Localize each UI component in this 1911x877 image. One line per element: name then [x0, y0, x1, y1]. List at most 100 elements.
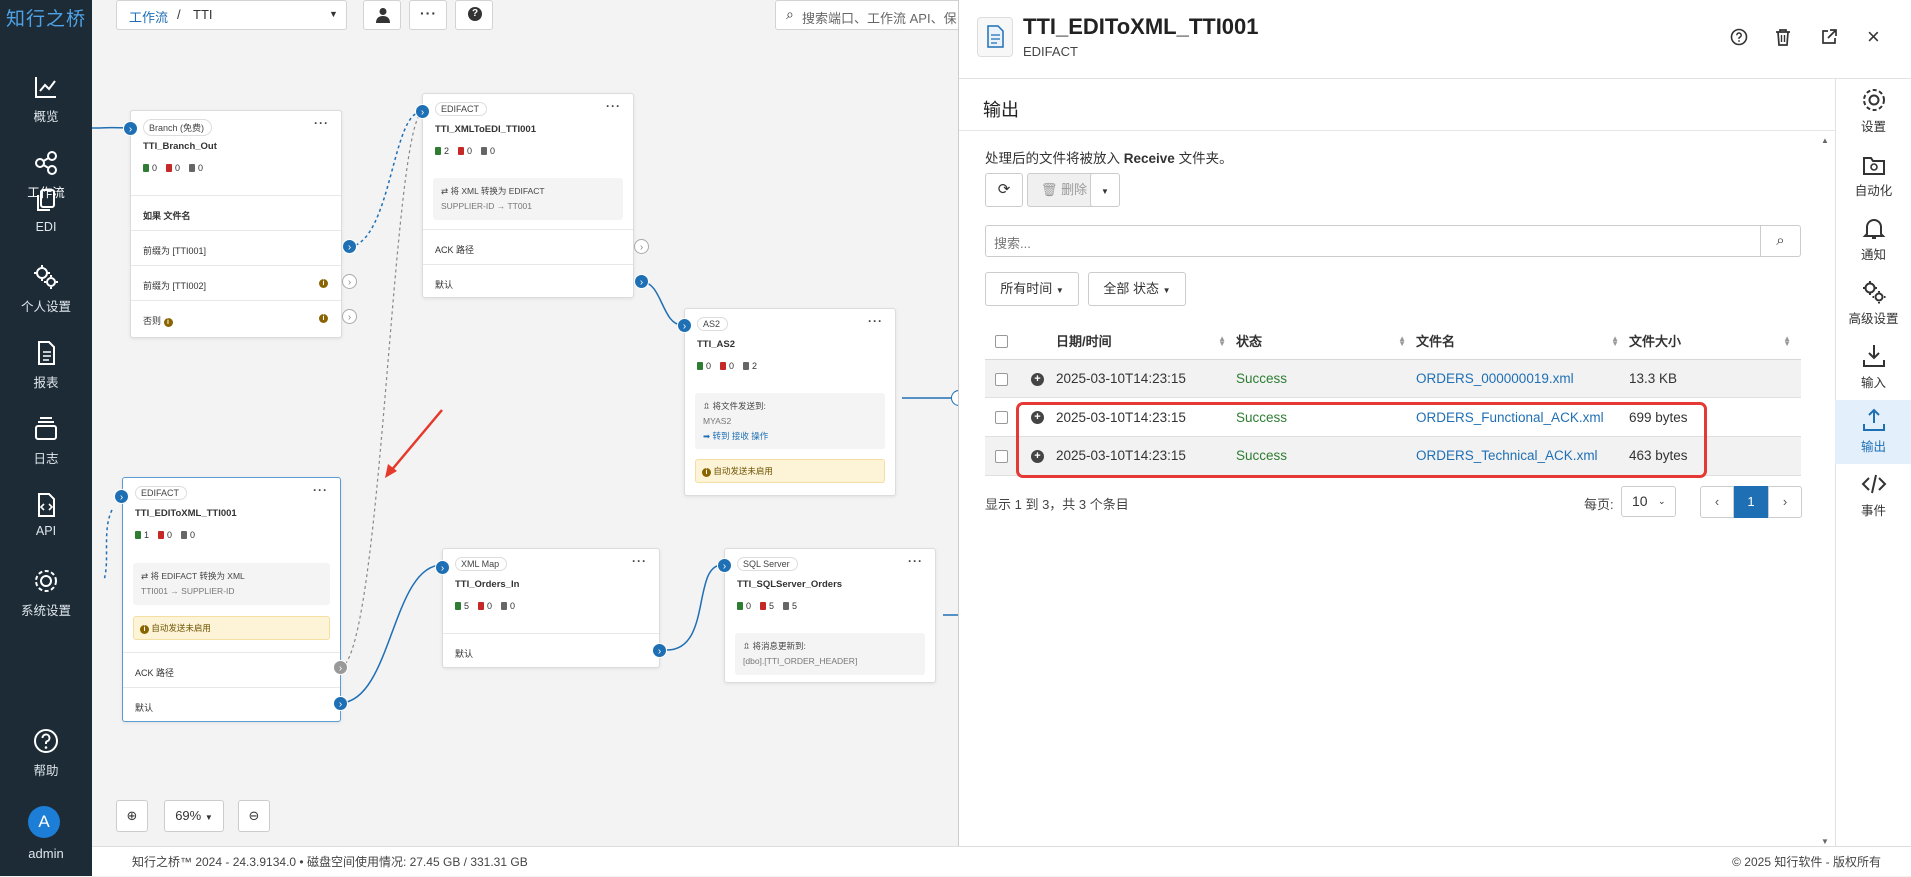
per-page-select[interactable]: 10 ⌄ — [1621, 486, 1676, 517]
node-output-row[interactable]: 默认 — [443, 633, 659, 668]
sort-icon: ▲ ▼ — [1783, 334, 1791, 348]
gear-icon — [35, 570, 57, 592]
file-search-input[interactable]: 搜索... — [985, 225, 1761, 257]
nav-item-api[interactable]: API — [0, 490, 92, 538]
cell-filename-link[interactable]: ORDERS_000000019.xml — [1416, 359, 1629, 399]
output-port[interactable]: › — [342, 239, 357, 254]
column-header-datetime[interactable]: 日期/时间 ▲ ▼ — [1056, 323, 1236, 360]
workflow-canvas[interactable]: 工作流 / TTI ▼ ··· ? ⌕ 搜索端口、工作流 API、保 Branc… — [92, 0, 958, 846]
node-as2[interactable]: AS2 ··· TTI_AS2 002 ⇫ 将文件发送到: MYAS2 ➡ 转到… — [684, 308, 896, 496]
nav-item-help[interactable]: 帮助 — [0, 726, 92, 779]
nav-item-edi[interactable]: EDI — [0, 186, 92, 234]
input-port[interactable]: › — [677, 318, 692, 333]
input-port[interactable]: › — [717, 558, 732, 573]
help-circle-icon[interactable] — [1730, 28, 1748, 46]
node-branch[interactable]: Branch (免费) ··· TTI_Branch_Out 000 如果 文件… — [130, 110, 342, 338]
output-port[interactable]: › — [333, 660, 348, 675]
status-filter-dropdown[interactable]: 全部 状态 ▼ — [1088, 272, 1186, 306]
nav-label: EDI — [35, 220, 57, 234]
node-output-row[interactable]: ACK 路径 — [123, 652, 340, 687]
nav-item-system-settings[interactable]: 系统设置 — [0, 566, 92, 619]
search-button[interactable]: ⌕ — [1761, 225, 1801, 257]
branch-row-else[interactable]: 否则 i — [131, 300, 341, 335]
table-row[interactable]: + 2025-03-10T14:23:15 Success ORDERS_000… — [985, 359, 1801, 399]
page-button[interactable]: 1 — [1734, 486, 1768, 518]
node-title: TTI_SQLServer_Orders — [737, 579, 843, 590]
node-menu-icon[interactable]: ··· — [314, 116, 329, 130]
node-menu-icon[interactable]: ··· — [606, 99, 621, 113]
per-page-label: 每页: — [1584, 497, 1614, 512]
side-action-notifications[interactable]: 通知 — [1835, 214, 1911, 263]
nav-item-logs[interactable]: 日志 — [0, 414, 92, 467]
goto-receive-link[interactable]: ➡ 转到 接收 操作 — [703, 429, 877, 444]
output-port[interactable]: › — [342, 274, 357, 289]
side-action-input[interactable]: 输入 — [1835, 342, 1911, 391]
node-counts: 200 — [435, 146, 504, 156]
close-icon[interactable]: × — [1867, 24, 1880, 50]
nav-item-personal-settings[interactable]: 个人设置 — [0, 262, 92, 315]
select-all-checkbox[interactable] — [995, 335, 1008, 349]
side-action-automation[interactable]: 自动化 — [1835, 150, 1911, 199]
upload-icon — [1862, 408, 1885, 431]
input-port[interactable]: › — [415, 104, 430, 119]
search-icon: ⌕ — [1776, 232, 1785, 249]
output-port[interactable]: › — [634, 239, 649, 254]
highlight-box — [1016, 402, 1707, 478]
node-xml-to-edi[interactable]: EDIFACT ··· TTI_XMLToEDI_TTI001 200 ⇄ 将 … — [422, 93, 634, 298]
refresh-button[interactable]: ⟳ — [985, 173, 1023, 207]
node-title: TTI_XMLToEDI_TTI001 — [435, 124, 536, 135]
node-output-row[interactable]: ACK 路径 — [423, 229, 633, 264]
delete-dropdown-button[interactable]: ▼ — [1090, 173, 1120, 207]
external-link-icon[interactable] — [1820, 28, 1838, 46]
row-checkbox[interactable] — [995, 372, 1008, 386]
input-port[interactable]: › — [114, 489, 129, 504]
expand-row-icon[interactable]: + — [1031, 372, 1044, 386]
avatar[interactable]: A — [28, 806, 60, 838]
side-action-output[interactable]: 输出 — [1835, 400, 1911, 464]
output-port[interactable]: › — [333, 696, 348, 711]
node-menu-icon[interactable]: ··· — [632, 554, 647, 568]
sort-icon: ▲ ▼ — [1398, 334, 1406, 348]
prev-page-button[interactable]: ‹ — [1700, 486, 1734, 518]
node-menu-icon[interactable]: ··· — [868, 314, 883, 328]
node-output-row[interactable]: 默认 — [123, 687, 340, 722]
node-counts: 500 — [455, 601, 524, 611]
zoom-in-button[interactable]: ⊕ — [116, 800, 148, 832]
nav-item-reports[interactable]: 报表 — [0, 338, 92, 391]
output-port[interactable]: › — [634, 274, 649, 289]
node-sql-server[interactable]: SQL Server ··· TTI_SQLServer_Orders 055 … — [724, 548, 936, 683]
side-action-events[interactable]: 事件 — [1835, 470, 1911, 519]
branch-row[interactable]: 前缀为 [TTI002] — [131, 265, 341, 300]
node-counts: 000 — [143, 163, 212, 173]
node-edi-to-xml[interactable]: EDIFACT ··· TTI_EDIToXML_TTI001 100 ⇄ 将 … — [122, 477, 341, 722]
output-port[interactable]: › — [342, 309, 357, 324]
panel-scrollbar[interactable]: ▲ ▼ — [1820, 136, 1830, 846]
column-header-filename[interactable]: 文件名 ▲ ▼ — [1416, 323, 1629, 360]
pagination-summary: 显示 1 到 3，共 3 个条目 — [985, 497, 1129, 512]
column-header-filesize[interactable]: 文件大小 ▲ ▼ — [1629, 323, 1801, 360]
branch-row[interactable]: 前缀为 [TTI001] — [131, 230, 341, 265]
row-checkbox[interactable] — [995, 411, 1008, 425]
branch-condition-header: 如果 文件名 — [131, 195, 341, 230]
node-menu-icon[interactable]: ··· — [313, 483, 328, 497]
input-port[interactable]: › — [435, 560, 450, 575]
nav-item-overview[interactable]: 概览 — [0, 72, 92, 125]
zoom-out-button[interactable]: ⊖ — [238, 800, 270, 832]
zoom-out-icon: ⊖ — [248, 808, 260, 823]
row-checkbox[interactable] — [995, 450, 1008, 464]
node-xml-map[interactable]: XML Map ··· TTI_Orders_In 500 默认 — [442, 548, 660, 668]
node-counts: 100 — [135, 530, 204, 540]
input-port[interactable]: › — [123, 121, 138, 136]
info-icon: i — [702, 468, 711, 477]
next-page-button[interactable]: › — [1768, 486, 1802, 518]
zoom-level-select[interactable]: 69% ▼ — [164, 800, 224, 832]
side-action-settings[interactable]: 设置 — [1835, 86, 1911, 135]
time-filter-dropdown[interactable]: 所有时间 ▼ — [985, 272, 1079, 306]
node-output-row[interactable]: 默认 — [423, 264, 633, 299]
node-type-tag: EDIFACT — [135, 486, 188, 500]
trash-icon[interactable] — [1775, 28, 1791, 46]
side-action-advanced[interactable]: 高级设置 — [1835, 278, 1911, 327]
node-menu-icon[interactable]: ··· — [908, 554, 923, 568]
column-header-status[interactable]: 状态 ▲ ▼ — [1236, 323, 1416, 360]
output-port[interactable]: › — [652, 643, 667, 658]
